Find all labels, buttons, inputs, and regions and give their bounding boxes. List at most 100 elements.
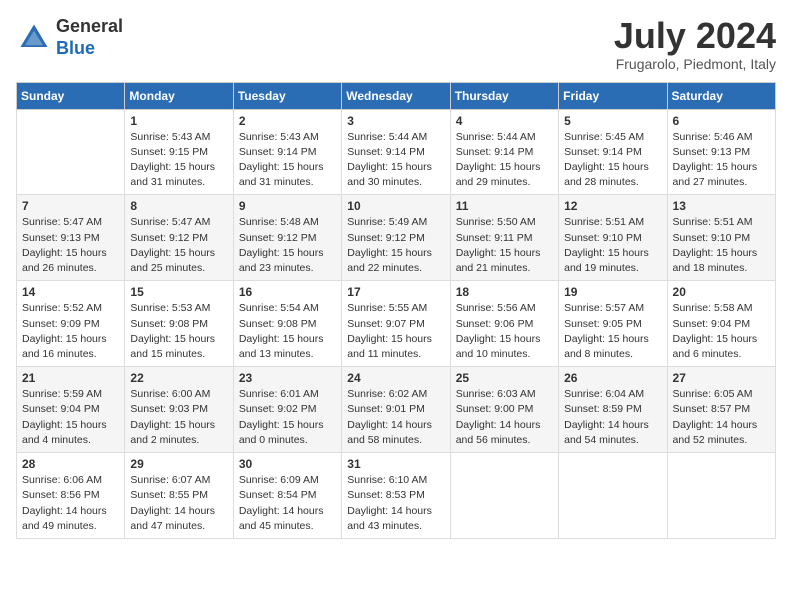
day-info: Sunrise: 6:10 AM Sunset: 8:53 PM Dayligh… [347,473,444,534]
day-info: Sunrise: 5:48 AM Sunset: 9:12 PM Dayligh… [239,215,336,276]
calendar-cell [17,109,125,195]
calendar-cell: 25 Sunrise: 6:03 AM Sunset: 9:00 PM Dayli… [450,367,558,453]
day-info: Sunrise: 5:44 AM Sunset: 9:14 PM Dayligh… [456,130,553,191]
day-number: 7 [22,199,119,213]
day-number: 26 [564,371,661,385]
day-info: Sunrise: 5:45 AM Sunset: 9:14 PM Dayligh… [564,130,661,191]
day-info: Sunrise: 5:58 AM Sunset: 9:04 PM Dayligh… [673,301,770,362]
logo-icon [16,20,52,56]
day-info: Sunrise: 6:06 AM Sunset: 8:56 PM Dayligh… [22,473,119,534]
day-info: Sunrise: 5:43 AM Sunset: 9:15 PM Dayligh… [130,130,227,191]
calendar-cell: 2Sunrise: 5:43 AM Sunset: 9:14 PM Daylig… [233,109,341,195]
calendar-cell: 4 Sunrise: 5:44 AM Sunset: 9:14 PM Daylig… [450,109,558,195]
col-header-friday: Friday [559,82,667,109]
calendar-cell: 15 Sunrise: 5:53 AM Sunset: 9:08 PM Dayli… [125,281,233,367]
day-number: 20 [673,285,770,299]
calendar-cell: 11 Sunrise: 5:50 AM Sunset: 9:11 PM Dayli… [450,195,558,281]
calendar-week-row: 14 Sunrise: 5:52 AM Sunset: 9:09 PM Dayli… [17,281,776,367]
calendar-cell: 12Sunrise: 5:51 AM Sunset: 9:10 PM Dayli… [559,195,667,281]
day-number: 14 [22,285,119,299]
calendar-cell: 29Sunrise: 6:07 AM Sunset: 8:55 PM Dayli… [125,453,233,539]
col-header-tuesday: Tuesday [233,82,341,109]
calendar-cell: 24Sunrise: 6:02 AM Sunset: 9:01 PM Dayli… [342,367,450,453]
calendar-cell: 31 Sunrise: 6:10 AM Sunset: 8:53 PM Dayli… [342,453,450,539]
day-number: 19 [564,285,661,299]
day-info: Sunrise: 6:00 AM Sunset: 9:03 PM Dayligh… [130,387,227,448]
calendar-cell: 9 Sunrise: 5:48 AM Sunset: 9:12 PM Daylig… [233,195,341,281]
location-subtitle: Frugarolo, Piedmont, Italy [614,56,776,72]
day-number: 10 [347,199,444,213]
col-header-saturday: Saturday [667,82,775,109]
calendar-cell: 1 Sunrise: 5:43 AM Sunset: 9:15 PM Daylig… [125,109,233,195]
day-info: Sunrise: 6:04 AM Sunset: 8:59 PM Dayligh… [564,387,661,448]
calendar-cell: 26 Sunrise: 6:04 AM Sunset: 8:59 PM Dayli… [559,367,667,453]
calendar-cell: 5 Sunrise: 5:45 AM Sunset: 9:14 PM Daylig… [559,109,667,195]
calendar-cell [559,453,667,539]
calendar-cell: 22 Sunrise: 6:00 AM Sunset: 9:03 PM Dayli… [125,367,233,453]
day-info: Sunrise: 5:54 AM Sunset: 9:08 PM Dayligh… [239,301,336,362]
calendar-cell: 16 Sunrise: 5:54 AM Sunset: 9:08 PM Dayli… [233,281,341,367]
day-info: Sunrise: 5:46 AM Sunset: 9:13 PM Dayligh… [673,130,770,191]
day-info: Sunrise: 5:53 AM Sunset: 9:08 PM Dayligh… [130,301,227,362]
day-info: Sunrise: 5:51 AM Sunset: 9:10 PM Dayligh… [673,215,770,276]
title-block: July 2024 Frugarolo, Piedmont, Italy [614,16,776,72]
calendar-cell: 20 Sunrise: 5:58 AM Sunset: 9:04 PM Dayli… [667,281,775,367]
day-number: 9 [239,199,336,213]
day-info: Sunrise: 5:50 AM Sunset: 9:11 PM Dayligh… [456,215,553,276]
day-info: Sunrise: 5:59 AM Sunset: 9:04 PM Dayligh… [22,387,119,448]
day-number: 24 [347,371,444,385]
day-info: Sunrise: 5:55 AM Sunset: 9:07 PM Dayligh… [347,301,444,362]
calendar-cell: 6Sunrise: 5:46 AM Sunset: 9:13 PM Daylig… [667,109,775,195]
col-header-thursday: Thursday [450,82,558,109]
day-number: 17 [347,285,444,299]
day-number: 27 [673,371,770,385]
day-number: 4 [456,114,553,128]
day-info: Sunrise: 6:01 AM Sunset: 9:02 PM Dayligh… [239,387,336,448]
calendar-week-row: 1 Sunrise: 5:43 AM Sunset: 9:15 PM Daylig… [17,109,776,195]
calendar-cell: 23 Sunrise: 6:01 AM Sunset: 9:02 PM Dayli… [233,367,341,453]
calendar-cell [450,453,558,539]
day-number: 25 [456,371,553,385]
day-number: 11 [456,199,553,213]
day-number: 3 [347,114,444,128]
logo-text: General Blue [56,16,123,59]
calendar-cell: 3Sunrise: 5:44 AM Sunset: 9:14 PM Daylig… [342,109,450,195]
col-header-sunday: Sunday [17,82,125,109]
day-info: Sunrise: 6:03 AM Sunset: 9:00 PM Dayligh… [456,387,553,448]
day-number: 5 [564,114,661,128]
day-info: Sunrise: 5:49 AM Sunset: 9:12 PM Dayligh… [347,215,444,276]
day-info: Sunrise: 5:47 AM Sunset: 9:12 PM Dayligh… [130,215,227,276]
calendar-week-row: 28 Sunrise: 6:06 AM Sunset: 8:56 PM Dayli… [17,453,776,539]
calendar-cell: 17 Sunrise: 5:55 AM Sunset: 9:07 PM Dayli… [342,281,450,367]
col-header-monday: Monday [125,82,233,109]
day-info: Sunrise: 5:56 AM Sunset: 9:06 PM Dayligh… [456,301,553,362]
day-number: 23 [239,371,336,385]
day-number: 18 [456,285,553,299]
calendar-table: SundayMondayTuesdayWednesdayThursdayFrid… [16,82,776,539]
day-number: 2 [239,114,336,128]
day-number: 28 [22,457,119,471]
month-year-title: July 2024 [614,16,776,56]
day-info: Sunrise: 6:07 AM Sunset: 8:55 PM Dayligh… [130,473,227,534]
col-header-wednesday: Wednesday [342,82,450,109]
calendar-cell: 7 Sunrise: 5:47 AM Sunset: 9:13 PM Daylig… [17,195,125,281]
calendar-week-row: 21 Sunrise: 5:59 AM Sunset: 9:04 PM Dayli… [17,367,776,453]
day-number: 15 [130,285,227,299]
day-number: 1 [130,114,227,128]
page-header: General Blue July 2024 Frugarolo, Piedmo… [16,16,776,72]
day-info: Sunrise: 5:47 AM Sunset: 9:13 PM Dayligh… [22,215,119,276]
day-number: 31 [347,457,444,471]
calendar-cell: 21 Sunrise: 5:59 AM Sunset: 9:04 PM Dayli… [17,367,125,453]
day-number: 30 [239,457,336,471]
calendar-cell [667,453,775,539]
day-number: 22 [130,371,227,385]
day-number: 16 [239,285,336,299]
day-info: Sunrise: 5:57 AM Sunset: 9:05 PM Dayligh… [564,301,661,362]
calendar-cell: 10 Sunrise: 5:49 AM Sunset: 9:12 PM Dayli… [342,195,450,281]
calendar-cell: 28 Sunrise: 6:06 AM Sunset: 8:56 PM Dayli… [17,453,125,539]
day-number: 8 [130,199,227,213]
calendar-cell: 19 Sunrise: 5:57 AM Sunset: 9:05 PM Dayli… [559,281,667,367]
day-number: 12 [564,199,661,213]
day-info: Sunrise: 5:52 AM Sunset: 9:09 PM Dayligh… [22,301,119,362]
day-number: 21 [22,371,119,385]
